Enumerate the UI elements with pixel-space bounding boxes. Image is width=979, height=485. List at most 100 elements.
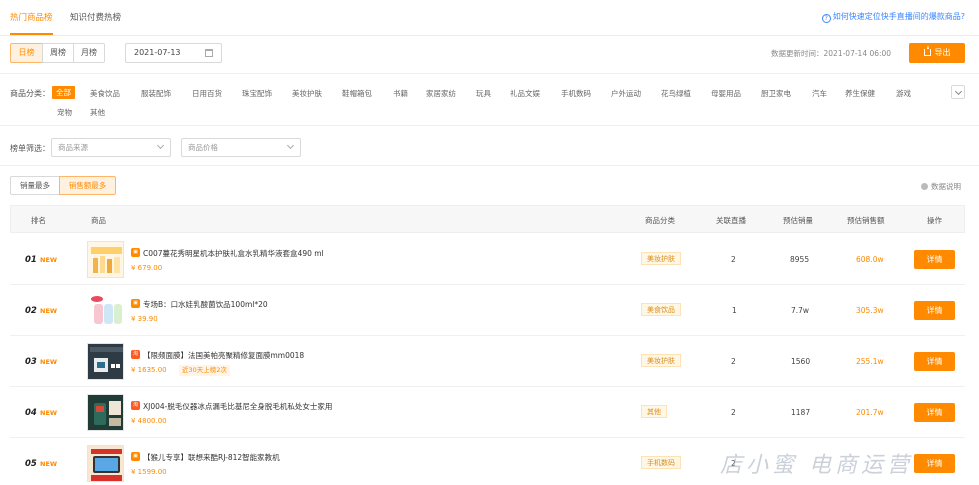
price-select-placeholder: 商品价格 xyxy=(188,143,218,152)
table-row: 01 NEW ▣ C007蔓花秀明星机本护肤礼盒水乳精华液套盒490 ml ¥ … xyxy=(10,234,965,285)
date-picker[interactable]: 2021-07-13 xyxy=(125,43,222,63)
tab-knowledge-paid[interactable]: 知识付费热榜 xyxy=(70,11,121,23)
category-item[interactable]: 养生保健 xyxy=(845,88,875,99)
live-count: 1 xyxy=(732,306,737,315)
active-tab-indicator xyxy=(10,33,53,35)
category-item[interactable]: 手机数码 xyxy=(561,88,591,99)
est-sales: 1187 xyxy=(791,408,811,417)
category-item[interactable]: 书籍 xyxy=(393,88,408,99)
rank-number: 05 xyxy=(25,459,37,469)
category-item[interactable]: 宠物 xyxy=(57,107,72,118)
divider xyxy=(0,73,979,74)
category-tag: 其他 xyxy=(641,405,667,418)
product-thumbnail[interactable] xyxy=(87,445,124,482)
product-thumbnail[interactable] xyxy=(87,343,124,380)
export-label: 导出 xyxy=(934,48,951,57)
category-item[interactable]: 花鸟绿植 xyxy=(661,88,691,99)
data-description-link[interactable]: 数据说明 xyxy=(921,181,961,192)
period-month-button[interactable]: 月榜 xyxy=(73,43,105,63)
divider xyxy=(0,125,979,126)
category-tag: 美食饮品 xyxy=(641,303,681,316)
expand-categories-button[interactable] xyxy=(951,85,965,99)
table-row: 03 NEW 淘 【限频面膜】法国美帕亮聚精修复面膜mm0018 ¥ 1635.… xyxy=(10,336,965,387)
shop-icon: ▣ xyxy=(131,452,140,461)
col-action: 操作 xyxy=(927,216,942,225)
category-item[interactable]: 美食饮品 xyxy=(90,88,120,99)
period-week-button[interactable]: 周榜 xyxy=(42,43,74,63)
table-row: 02 NEW ▣ 专场B：口水娃乳酸菌饮品100ml*20 ¥ 39.90 美食… xyxy=(10,285,965,336)
category-item[interactable]: 日用百货 xyxy=(192,88,222,99)
data-description-label: 数据说明 xyxy=(931,182,961,191)
product-price: ¥ 679.00 xyxy=(131,264,163,272)
est-revenue: 305.3w xyxy=(856,306,884,315)
export-button[interactable]: 导出 xyxy=(909,43,965,63)
col-rank: 排名 xyxy=(31,216,46,225)
est-revenue: 201.7w xyxy=(856,408,884,417)
chevron-down-icon xyxy=(286,141,295,150)
detail-button[interactable]: 详情 xyxy=(914,454,955,473)
calendar-icon xyxy=(205,49,213,57)
product-name[interactable]: XJ004-脱毛仪器冰点漏毛比基尼全身脱毛机私处女士家用 xyxy=(143,401,332,412)
rank-number: 02 xyxy=(25,306,37,316)
promo-tag: 近30天上榜2次 xyxy=(179,365,230,376)
category-item[interactable]: 游戏 xyxy=(896,88,911,99)
category-tag: 美妆护肤 xyxy=(641,354,681,367)
rank-number: 01 xyxy=(25,255,37,265)
est-revenue: 608.0w xyxy=(856,255,884,264)
product-thumbnail[interactable] xyxy=(87,292,124,329)
category-all[interactable]: 全部 xyxy=(52,86,75,99)
est-revenue: 255.1w xyxy=(856,357,884,366)
product-name[interactable]: 【限频面膜】法国美帕亮聚精修复面膜mm0018 xyxy=(143,350,304,361)
category-item[interactable]: 户外运动 xyxy=(611,88,641,99)
divider xyxy=(0,165,979,166)
category-item[interactable]: 汽车 xyxy=(812,88,827,99)
product-thumbnail[interactable] xyxy=(87,394,124,431)
category-item[interactable]: 家居家纺 xyxy=(426,88,456,99)
category-item[interactable]: 其他 xyxy=(90,107,105,118)
export-icon xyxy=(923,45,931,56)
period-day-button[interactable]: 日榜 xyxy=(10,43,43,63)
product-price: ¥ 1635.00 xyxy=(131,366,167,374)
product-price: ¥ 39.90 xyxy=(131,315,158,323)
sort-by-volume-button[interactable]: 销量最多 xyxy=(10,176,60,195)
help-link[interactable]: ? 如何快速定位快手直播间的爆款商品? xyxy=(821,11,965,23)
new-badge: NEW xyxy=(40,358,58,366)
question-icon: ? xyxy=(821,14,831,23)
category-item[interactable]: 服装配饰 xyxy=(141,88,171,99)
new-badge: NEW xyxy=(40,256,58,264)
product-price: ¥ 1599.00 xyxy=(131,468,167,476)
product-thumbnail[interactable] xyxy=(87,241,124,278)
col-sales: 预估销量 xyxy=(783,216,813,225)
detail-button[interactable]: 详情 xyxy=(914,352,955,371)
tab-hot-products[interactable]: 热门商品榜 xyxy=(10,11,53,23)
category-item[interactable]: 珠宝配饰 xyxy=(242,88,272,99)
category-item[interactable]: 鞋帽箱包 xyxy=(342,88,372,99)
detail-button[interactable]: 详情 xyxy=(914,250,955,269)
rank-number: 03 xyxy=(25,357,37,367)
category-item[interactable]: 礼品文娱 xyxy=(510,88,540,99)
shop-icon: 淘 xyxy=(131,350,140,359)
est-sales: 1560 xyxy=(791,357,811,366)
category-label: 商品分类： xyxy=(10,89,50,98)
source-select-placeholder: 商品来源 xyxy=(58,143,88,152)
help-link-label: 如何快速定位快手直播间的爆款商品? xyxy=(832,12,965,21)
sort-by-revenue-button[interactable]: 销售额最多 xyxy=(59,176,116,195)
source-select[interactable]: 商品来源 xyxy=(51,138,171,157)
product-name[interactable]: 【猴儿专享】联想来酷RJ-812智能家教机 xyxy=(143,452,280,463)
category-item[interactable]: 美妆护肤 xyxy=(292,88,322,99)
detail-button[interactable]: 详情 xyxy=(914,301,955,320)
detail-button[interactable]: 详情 xyxy=(914,403,955,422)
category-item[interactable]: 母婴用品 xyxy=(711,88,741,99)
table-row: 04 NEW 淘 XJ004-脱毛仪器冰点漏毛比基尼全身脱毛机私处女士家用 ¥ … xyxy=(10,387,965,438)
category-item[interactable]: 厨卫家电 xyxy=(761,88,791,99)
price-select[interactable]: 商品价格 xyxy=(181,138,301,157)
category-tag: 手机数码 xyxy=(641,456,681,469)
new-badge: NEW xyxy=(40,307,58,315)
category-item[interactable]: 玩具 xyxy=(476,88,491,99)
product-name[interactable]: C007蔓花秀明星机本护肤礼盒水乳精华液套盒490 ml xyxy=(143,248,324,259)
table-header: 排名 商品 商品分类 关联直播 预估销量 预估销售额 操作 xyxy=(10,205,965,233)
product-price: ¥ 4800.00 xyxy=(131,417,167,425)
live-count: 2 xyxy=(731,357,736,366)
new-badge: NEW xyxy=(40,409,58,417)
product-name[interactable]: 专场B：口水娃乳酸菌饮品100ml*20 xyxy=(143,299,268,310)
